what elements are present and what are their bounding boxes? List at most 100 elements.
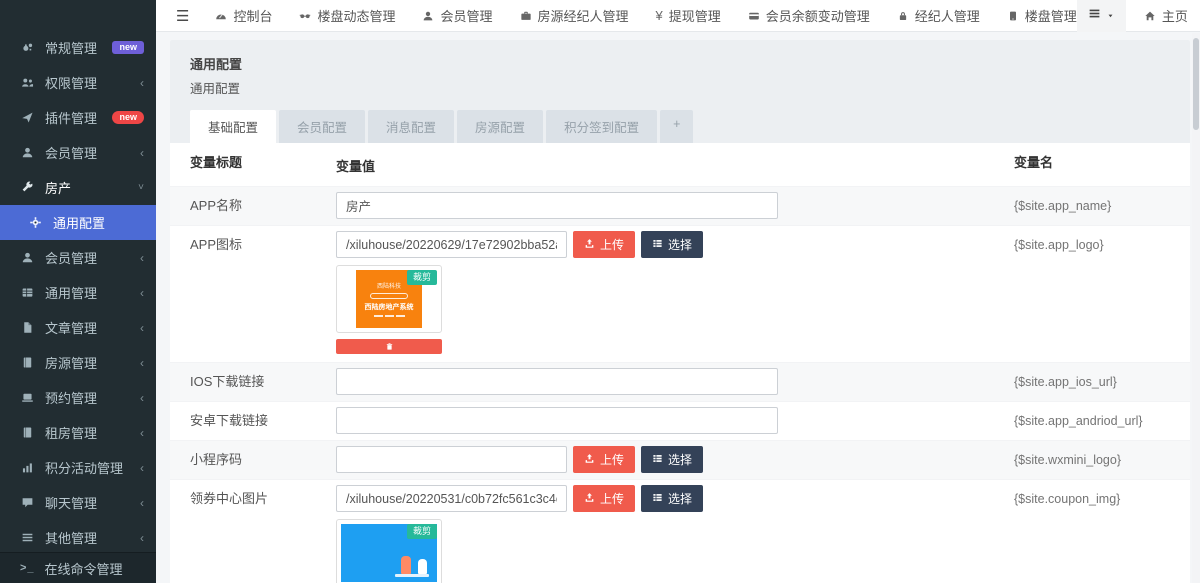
terminal-icon: >_ bbox=[20, 562, 35, 574]
yen-icon: ¥ bbox=[656, 9, 663, 22]
tablet-icon bbox=[1007, 10, 1019, 22]
sidebar-item[interactable]: 房源管理‹ bbox=[0, 345, 156, 380]
config-input[interactable] bbox=[336, 485, 567, 512]
topnav-item[interactable]: 楼盘管理 bbox=[1007, 6, 1077, 25]
topnav-item[interactable]: 房源经纪人管理 bbox=[520, 6, 629, 25]
sidebar-item[interactable]: 房产 ˅ bbox=[0, 170, 156, 205]
chevron-left-icon: ‹ bbox=[140, 462, 144, 474]
sidebar-item-online-command[interactable]: >_ 在线命令管理 bbox=[0, 552, 156, 583]
scrollbar-thumb[interactable] bbox=[1193, 38, 1199, 130]
config-value-cell bbox=[336, 368, 1014, 395]
tab-5[interactable]: 积分签到配置 bbox=[546, 110, 657, 143]
vertical-scrollbar[interactable] bbox=[1192, 33, 1200, 583]
sidebar-item[interactable]: 常规管理new bbox=[0, 30, 156, 65]
home-link[interactable]: 主页 bbox=[1144, 6, 1188, 25]
users-icon bbox=[20, 76, 35, 89]
sidebar-item[interactable]: 会员管理‹ bbox=[0, 240, 156, 275]
list-icon bbox=[1088, 7, 1101, 25]
col-header-varname: 变量名 bbox=[1014, 156, 1190, 169]
chevron-down-icon: ˅ bbox=[138, 183, 144, 193]
topnav-item[interactable]: ¥提现管理 bbox=[656, 6, 721, 25]
upload-icon bbox=[584, 492, 595, 506]
config-row: 安卓下载链接{$site.app_andriod_url} bbox=[170, 401, 1190, 440]
config-input[interactable] bbox=[336, 368, 778, 395]
sidebar-item-label: 权限管理 bbox=[45, 73, 130, 92]
topnav-item[interactable]: 会员余额变动管理 bbox=[748, 6, 870, 25]
add-tab-button[interactable]: + bbox=[660, 110, 693, 143]
config-input[interactable] bbox=[336, 231, 567, 258]
sidebar-item[interactable]: 其他管理 ‹ bbox=[0, 520, 156, 555]
sidebar-item[interactable]: 文章管理‹ bbox=[0, 310, 156, 345]
topnav-item-label: 楼盘管理 bbox=[1025, 6, 1077, 25]
config-varname: {$site.coupon_img} bbox=[1014, 485, 1190, 513]
config-varname: {$site.app_andriod_url} bbox=[1014, 407, 1190, 435]
upload-button[interactable]: 上传 bbox=[573, 485, 635, 512]
sidebar-item-label: 会员管理 bbox=[45, 143, 130, 162]
choose-button[interactable]: 选择 bbox=[641, 485, 703, 512]
sidebar: 常规管理new权限管理‹插件管理new会员管理‹房产˅通用配置会员管理‹通用管理… bbox=[0, 0, 156, 583]
chart-icon bbox=[20, 461, 35, 474]
book-icon bbox=[20, 356, 35, 369]
tab-3[interactable]: 消息配置 bbox=[368, 110, 454, 143]
chevron-left-icon: ‹ bbox=[140, 252, 144, 264]
crop-button[interactable]: 裁剪 bbox=[407, 524, 437, 539]
gears-icon bbox=[20, 41, 35, 54]
send-icon bbox=[20, 111, 35, 124]
config-panel: 通用配置 通用配置 基础配置会员配置消息配置房源配置积分签到配置+ 变量标题 变… bbox=[170, 40, 1190, 583]
delete-image-button[interactable] bbox=[336, 339, 442, 354]
config-row: APP图标上传选择西陆科技西陆房地产系统裁剪{$site.app_logo} bbox=[170, 225, 1190, 362]
config-label: 小程序码 bbox=[170, 446, 336, 474]
config-input[interactable] bbox=[336, 192, 778, 219]
sidebar-item-label: 房产 bbox=[45, 178, 128, 197]
upload-button[interactable]: 上传 bbox=[573, 231, 635, 258]
config-row: 小程序码上传选择{$site.wxmini_logo} bbox=[170, 440, 1190, 479]
sidebar-item[interactable]: 通用配置 bbox=[0, 205, 156, 240]
config-value-cell: 上传选择 bbox=[336, 446, 1014, 473]
sidebar-toggle-icon[interactable]: ☰ bbox=[164, 7, 201, 25]
sidebar-item[interactable]: 租房管理‹ bbox=[0, 415, 156, 450]
user-icon bbox=[422, 10, 434, 22]
sidebar-item-label: 通用管理 bbox=[45, 283, 130, 302]
tab-4[interactable]: 房源配置 bbox=[457, 110, 543, 143]
crop-button[interactable]: 裁剪 bbox=[407, 270, 437, 285]
sidebar-item[interactable]: 积分活动管理 ‹ bbox=[0, 450, 156, 485]
topnav-item-label: 经纪人管理 bbox=[915, 6, 980, 25]
sidebar-item-label: 其他管理 bbox=[45, 528, 130, 547]
config-label: APP名称 bbox=[170, 192, 336, 220]
choose-button[interactable]: 选择 bbox=[641, 446, 703, 473]
sidebar-item[interactable]: 权限管理 ‹ bbox=[0, 65, 156, 100]
chevron-left-icon: ‹ bbox=[140, 532, 144, 544]
config-row: IOS下载链接{$site.app_ios_url} bbox=[170, 362, 1190, 401]
config-varname: {$site.app_logo} bbox=[1014, 231, 1190, 259]
config-input[interactable] bbox=[336, 407, 778, 434]
chevron-left-icon: ‹ bbox=[140, 77, 144, 89]
main-content: 通用配置 通用配置 基础配置会员配置消息配置房源配置积分签到配置+ 变量标题 变… bbox=[156, 32, 1200, 583]
sidebar-item[interactable]: 会员管理‹ bbox=[0, 135, 156, 170]
preview-card[interactable]: 裁剪 bbox=[336, 519, 442, 583]
preview-card[interactable]: 西陆科技西陆房地产系统裁剪 bbox=[336, 265, 442, 333]
table-icon bbox=[20, 286, 35, 299]
upload-button[interactable]: 上传 bbox=[573, 446, 635, 473]
chevron-left-icon: ‹ bbox=[140, 357, 144, 369]
sidebar-item[interactable]: 插件管理new bbox=[0, 100, 156, 135]
sidebar-item-label: 积分活动管理 bbox=[45, 458, 130, 477]
new-badge: new bbox=[112, 41, 144, 54]
nav-more-dropdown[interactable] bbox=[1077, 0, 1126, 32]
sidebar-item[interactable]: 预约管理‹ bbox=[0, 380, 156, 415]
tab-2[interactable]: 会员配置 bbox=[279, 110, 365, 143]
topnav-item-label: 会员管理 bbox=[440, 6, 492, 25]
sidebar-item[interactable]: 聊天管理‹ bbox=[0, 485, 156, 520]
table-header: 变量标题 变量值 变量名 bbox=[170, 143, 1190, 186]
sidebar-item[interactable]: 通用管理‹ bbox=[0, 275, 156, 310]
topnav-item[interactable]: 经纪人管理 bbox=[897, 6, 980, 25]
config-label: IOS下载链接 bbox=[170, 368, 336, 396]
config-input[interactable] bbox=[336, 446, 567, 473]
col-header-value: 变量值 bbox=[336, 156, 1014, 175]
topnav-item[interactable]: 会员管理 bbox=[422, 6, 492, 25]
topnav-item[interactable]: 控制台 bbox=[215, 6, 272, 25]
topnav-item[interactable]: 楼盘动态管理 bbox=[299, 6, 395, 25]
user-icon bbox=[20, 146, 35, 159]
sidebar-item-label: 文章管理 bbox=[45, 318, 130, 337]
tab-1[interactable]: 基础配置 bbox=[190, 110, 276, 143]
choose-button[interactable]: 选择 bbox=[641, 231, 703, 258]
